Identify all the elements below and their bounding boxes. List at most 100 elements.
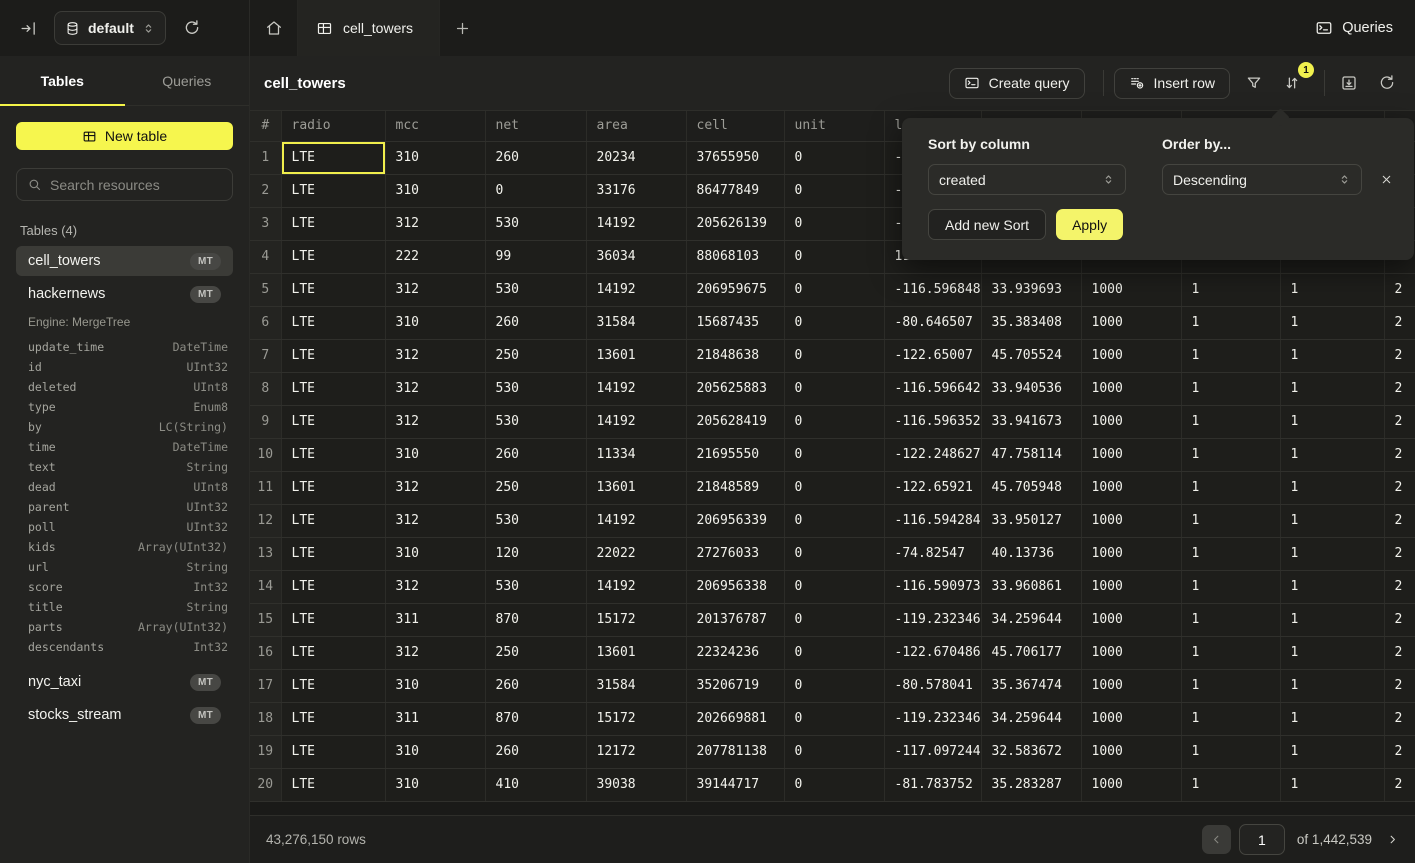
table-cell[interactable]: 1 xyxy=(1181,273,1280,306)
table-cell[interactable]: 13601 xyxy=(586,471,686,504)
table-cell[interactable]: 35.283287 xyxy=(981,768,1081,801)
home-tab[interactable] xyxy=(250,0,298,56)
table-cell[interactable]: 870 xyxy=(485,603,586,636)
table-cell[interactable]: LTE xyxy=(281,438,385,471)
table-cell[interactable]: 27276033 xyxy=(686,537,784,570)
table-cell[interactable]: 1000 xyxy=(1081,570,1181,603)
column-header[interactable]: net xyxy=(485,111,586,141)
table-cell[interactable]: 870 xyxy=(485,702,586,735)
table-cell[interactable]: 0 xyxy=(784,471,884,504)
table-cell[interactable]: 2 xyxy=(1384,735,1415,768)
table-cell[interactable]: 260 xyxy=(485,141,586,174)
table-cell[interactable]: 1000 xyxy=(1081,735,1181,768)
table-cell[interactable]: 1 xyxy=(1181,438,1280,471)
table-cell[interactable]: 310 xyxy=(385,669,485,702)
table-cell[interactable]: LTE xyxy=(281,702,385,735)
table-cell[interactable]: 35.367474 xyxy=(981,669,1081,702)
table-cell[interactable]: 0 xyxy=(784,306,884,339)
table-cell[interactable]: LTE xyxy=(281,306,385,339)
table-cell[interactable]: 1 xyxy=(1280,636,1384,669)
table-cell[interactable]: 0 xyxy=(784,504,884,537)
table-cell[interactable]: 250 xyxy=(485,339,586,372)
new-tab-button[interactable] xyxy=(440,0,484,56)
table-cell[interactable]: 22022 xyxy=(586,537,686,570)
table-cell[interactable]: 205626139 xyxy=(686,207,784,240)
table-cell[interactable]: 37655950 xyxy=(686,141,784,174)
table-cell[interactable]: -116.594284 xyxy=(884,504,981,537)
table-cell[interactable]: 1 xyxy=(1280,471,1384,504)
table-cell[interactable]: 0 xyxy=(784,141,884,174)
table-cell[interactable]: 1000 xyxy=(1081,339,1181,372)
table-cell[interactable]: 530 xyxy=(485,372,586,405)
table-cell[interactable]: -80.578041 xyxy=(884,669,981,702)
table-cell[interactable]: 2 xyxy=(1384,438,1415,471)
table-cell[interactable]: 312 xyxy=(385,570,485,603)
table-cell[interactable]: LTE xyxy=(281,174,385,207)
table-cell[interactable]: 205628419 xyxy=(686,405,784,438)
table-cell[interactable]: 2 xyxy=(1384,405,1415,438)
table-cell[interactable]: 260 xyxy=(485,306,586,339)
table-cell[interactable]: 1 xyxy=(1181,768,1280,801)
table-cell[interactable]: 1 xyxy=(1181,669,1280,702)
table-cell[interactable]: LTE xyxy=(281,504,385,537)
table-cell[interactable]: 1000 xyxy=(1081,636,1181,669)
table-cell[interactable]: 1 xyxy=(1181,735,1280,768)
table-cell[interactable]: 14192 xyxy=(586,372,686,405)
table-cell[interactable]: 0 xyxy=(784,240,884,273)
table-cell[interactable]: 1000 xyxy=(1081,768,1181,801)
table-cell[interactable]: LTE xyxy=(281,141,385,174)
table-cell[interactable]: 312 xyxy=(385,273,485,306)
table-cell[interactable]: 1 xyxy=(1280,702,1384,735)
table-cell[interactable]: 1 xyxy=(1181,372,1280,405)
column-header[interactable]: radio xyxy=(281,111,385,141)
table-cell[interactable]: 312 xyxy=(385,471,485,504)
table-cell[interactable]: 312 xyxy=(385,504,485,537)
table-cell[interactable]: 1000 xyxy=(1081,306,1181,339)
table-cell[interactable]: 2 xyxy=(1384,702,1415,735)
table-cell[interactable]: 99 xyxy=(485,240,586,273)
table-cell[interactable]: -117.097244 xyxy=(884,735,981,768)
table-cell[interactable]: 1 xyxy=(1280,339,1384,372)
table-cell[interactable]: 310 xyxy=(385,768,485,801)
sort-column-select[interactable]: created xyxy=(928,164,1126,195)
table-cell[interactable]: 222 xyxy=(385,240,485,273)
table-cell[interactable]: 21848589 xyxy=(686,471,784,504)
table-cell[interactable]: 1000 xyxy=(1081,669,1181,702)
table-cell[interactable]: LTE xyxy=(281,240,385,273)
table-cell[interactable]: 1 xyxy=(1181,702,1280,735)
table-cell[interactable]: 312 xyxy=(385,405,485,438)
table-cell[interactable]: 34.259644 xyxy=(981,702,1081,735)
table-cell[interactable]: LTE xyxy=(281,471,385,504)
table-cell[interactable]: -122.65007 xyxy=(884,339,981,372)
table-cell[interactable]: 33.960861 xyxy=(981,570,1081,603)
table-cell[interactable]: 1 xyxy=(1280,537,1384,570)
table-cell[interactable]: 39038 xyxy=(586,768,686,801)
table-cell[interactable]: 33176 xyxy=(586,174,686,207)
table-cell[interactable]: 2 xyxy=(1384,504,1415,537)
table-cell[interactable]: 20234 xyxy=(586,141,686,174)
table-cell[interactable]: 2 xyxy=(1384,669,1415,702)
create-query-button[interactable]: Create query xyxy=(949,68,1085,99)
remove-sort-button[interactable] xyxy=(1380,173,1393,186)
table-cell[interactable]: 1000 xyxy=(1081,537,1181,570)
table-cell[interactable]: 1 xyxy=(1181,405,1280,438)
column-header[interactable]: cell xyxy=(686,111,784,141)
table-cell[interactable]: LTE xyxy=(281,537,385,570)
table-cell[interactable]: LTE xyxy=(281,570,385,603)
table-cell[interactable]: 36034 xyxy=(586,240,686,273)
table-cell[interactable]: 1000 xyxy=(1081,438,1181,471)
table-cell[interactable]: 33.950127 xyxy=(981,504,1081,537)
add-new-sort-button[interactable]: Add new Sort xyxy=(928,209,1046,240)
table-cell[interactable]: 0 xyxy=(784,768,884,801)
table-cell[interactable]: 14192 xyxy=(586,405,686,438)
table-cell[interactable]: 0 xyxy=(784,207,884,240)
table-cell[interactable]: 14192 xyxy=(586,273,686,306)
next-page-button[interactable] xyxy=(1386,833,1399,846)
table-cell[interactable]: 1 xyxy=(1280,372,1384,405)
table-cell[interactable]: -122.65921 xyxy=(884,471,981,504)
table-cell[interactable]: 310 xyxy=(385,735,485,768)
table-cell[interactable]: 530 xyxy=(485,504,586,537)
sidebar-item-stocks-stream[interactable]: stocks_stream MT xyxy=(16,700,233,730)
table-cell[interactable]: 120 xyxy=(485,537,586,570)
table-cell[interactable]: 1000 xyxy=(1081,273,1181,306)
